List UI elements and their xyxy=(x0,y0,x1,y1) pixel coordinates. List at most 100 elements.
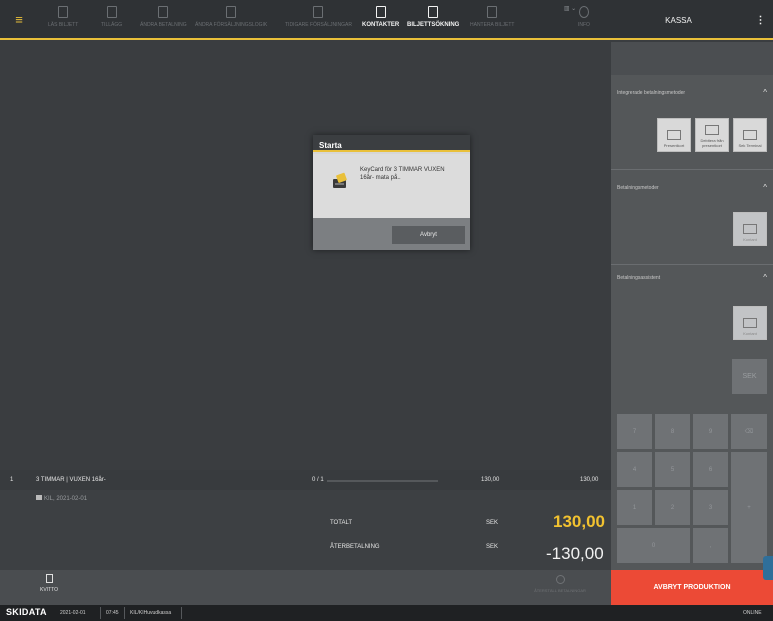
divider xyxy=(124,607,125,619)
nav-label: ÄNDRA BETALNING xyxy=(140,22,187,28)
status-time: 07:45 xyxy=(106,610,119,616)
status-date: 2021-02-01 xyxy=(60,610,86,616)
refund-label: ÅTERBETALNING xyxy=(330,544,380,550)
reset-payments-button[interactable]: ÅTERSTÄLL BETALNINGAR xyxy=(520,575,600,593)
key-0[interactable]: 0 xyxy=(617,528,690,563)
nav-label: KONTAKTER xyxy=(362,22,400,28)
hamburger-menu-icon[interactable]: ≡ xyxy=(8,8,30,30)
status-location: KIL/KIHuvudkassa xyxy=(130,610,172,616)
payment-panel-header xyxy=(611,42,773,75)
order-summary: 1 3 TIMMAR | VUXEN 16år- 0 / 1 130,00 13… xyxy=(0,470,611,570)
key-comma[interactable]: , xyxy=(693,528,728,563)
start-dialog: Starta KeyCard för 3 TIMMAR VUXEN 16år- … xyxy=(313,135,470,250)
abort-button[interactable]: Avbryt xyxy=(392,226,465,244)
order-line-name: 3 TIMMAR | VUXEN 16år- xyxy=(36,477,106,483)
assistant-cash-button[interactable]: Kontant xyxy=(733,306,767,340)
order-line-unit-price: 130,00 xyxy=(481,477,500,483)
card-label: Debitera från presentkort xyxy=(700,138,724,148)
cash-icon xyxy=(743,318,757,328)
dialog-footer: Avbryt xyxy=(313,218,470,250)
abort-production-button[interactable]: AVBRYT PRODUKTION xyxy=(611,570,773,605)
cash-icon xyxy=(743,224,757,234)
order-line-sub: KIL, 2021-02-01 xyxy=(36,495,87,502)
key-5[interactable]: 5 xyxy=(655,452,690,487)
nav-label: TIDIGARE FÖRSÄLJNINGAR xyxy=(285,22,352,28)
nav-change-payment[interactable]: ÄNDRA BETALNING xyxy=(140,6,187,38)
nav-label: INFO xyxy=(578,22,590,28)
divider xyxy=(611,169,773,170)
payment-assistant-title: Betalningsassistent xyxy=(617,275,661,281)
card-label: Kontant xyxy=(743,331,757,336)
dialog-message: KeyCard för 3 TIMMAR VUXEN 16år- mata på… xyxy=(360,167,445,181)
key-9[interactable]: 9 xyxy=(693,414,728,449)
nav-contacts[interactable]: KONTAKTER xyxy=(362,6,399,38)
total-amount: 130,00 xyxy=(553,512,605,531)
nav-manage-ticket[interactable]: HANTERA BILJETT xyxy=(470,6,514,38)
card-reader-icon xyxy=(333,172,347,188)
collapse-chevron-icon[interactable]: ^ xyxy=(763,88,767,97)
order-line-index: 1 xyxy=(10,477,14,483)
nav-label: TILLÄGG xyxy=(101,22,123,28)
nav-read-ticket[interactable]: LÄS BILJETT xyxy=(48,6,78,38)
backspace-icon[interactable]: ⌫ xyxy=(731,414,767,449)
nav-ticket-search[interactable]: BILJETTSÖKNING xyxy=(407,6,459,38)
payment-methods-title: Betalningsmetoder xyxy=(617,185,659,191)
total-label: TOTALT xyxy=(330,520,353,526)
nav-add[interactable]: TILLÄGG xyxy=(101,6,122,38)
order-line-total: 130,00 xyxy=(580,477,599,483)
nav-label: ÄNDRA FÖRSÄLJNINGSLOGIK xyxy=(195,22,268,28)
key-3[interactable]: 3 xyxy=(693,490,728,525)
order-progress-bar xyxy=(327,480,438,482)
giftcard-icon xyxy=(667,130,681,140)
numeric-keypad: 7 8 9 ⌫ 4 5 6 1 2 3 + 0 , xyxy=(617,414,767,564)
order-line-progress: 0 / 1 xyxy=(312,477,324,483)
register-title[interactable]: KASSA xyxy=(610,0,747,40)
total-currency: SEK xyxy=(486,520,499,526)
key-4[interactable]: 4 xyxy=(617,452,652,487)
debit-giftcard-button[interactable]: Debitera från presentkort xyxy=(695,118,729,152)
key-plus[interactable]: + xyxy=(731,452,767,563)
reset-label: ÅTERSTÄLL BETALNINGAR xyxy=(534,588,586,593)
receipt-button[interactable]: KVITTO xyxy=(34,574,64,593)
sek-terminal-button[interactable]: Sek Terminal xyxy=(733,118,767,152)
more-options-icon[interactable]: ⋮ xyxy=(748,0,773,40)
side-drawer-handle[interactable] xyxy=(763,556,773,580)
receipt-label: KVITTO xyxy=(40,587,58,593)
currency-sek-button[interactable]: SEK xyxy=(732,359,767,394)
nav-label: LÄS BILJETT xyxy=(48,22,79,28)
ticket-search-icon xyxy=(428,6,439,18)
top-navigation-bar: ≡ LÄS BILJETT TILLÄGG ÄNDRA BETALNING ÄN… xyxy=(0,0,773,40)
hand-icon xyxy=(487,6,498,18)
contacts-icon xyxy=(375,6,386,18)
divider xyxy=(611,264,773,265)
view-toggle-icon[interactable]: ▥ ⌄ xyxy=(556,2,584,14)
dialog-title: Starta xyxy=(313,135,470,152)
card-label: Sek Terminal xyxy=(738,143,762,148)
reset-icon xyxy=(555,575,565,584)
cash-button[interactable]: Kontant xyxy=(733,212,767,246)
collapse-chevron-icon[interactable]: ^ xyxy=(763,183,767,192)
key-7[interactable]: 7 xyxy=(617,414,652,449)
logic-icon xyxy=(226,6,237,18)
divider xyxy=(181,607,182,619)
skidata-logo: SKIDATA xyxy=(6,607,47,617)
nav-previous-sales[interactable]: TIDIGARE FÖRSÄLJNINGAR xyxy=(285,6,352,38)
card-label: Kontant xyxy=(743,237,757,242)
ticket-read-icon xyxy=(58,6,69,18)
key-2[interactable]: 2 xyxy=(655,490,690,525)
nav-change-sales-logic[interactable]: ÄNDRA FÖRSÄLJNINGSLOGIK xyxy=(195,6,267,38)
key-6[interactable]: 6 xyxy=(693,452,728,487)
key-8[interactable]: 8 xyxy=(655,414,690,449)
giftcard-debit-icon xyxy=(705,125,719,135)
order-line-sub-text: KIL, 2021-02-01 xyxy=(44,496,88,502)
collapse-chevron-icon[interactable]: ^ xyxy=(763,273,767,282)
nav-label: HANTERA BILJETT xyxy=(470,22,515,28)
pay-giftcard-button[interactable]: Presentkort xyxy=(657,118,691,152)
history-icon xyxy=(313,6,324,18)
nav-label: BILJETTSÖKNING xyxy=(407,22,460,28)
add-icon xyxy=(106,6,117,18)
key-1[interactable]: 1 xyxy=(617,490,652,525)
connection-status: ONLINE xyxy=(743,610,762,616)
receipt-icon xyxy=(45,574,53,583)
main-area xyxy=(0,42,611,470)
